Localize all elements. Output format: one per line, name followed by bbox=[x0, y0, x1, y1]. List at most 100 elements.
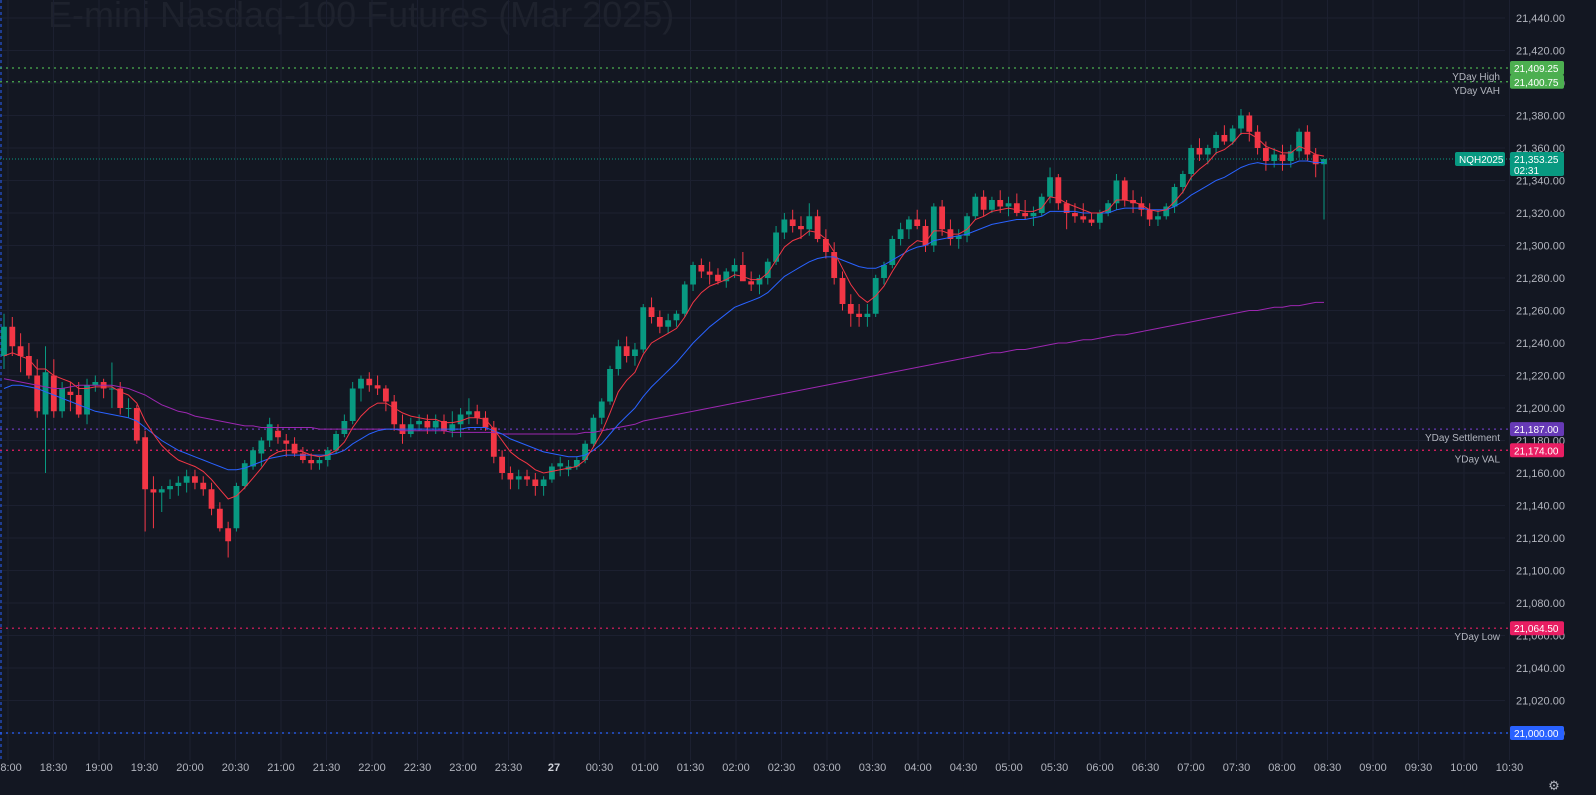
price-tick-label: 21,320.00 bbox=[1516, 208, 1565, 220]
candle-body bbox=[532, 479, 539, 486]
candle-body bbox=[573, 460, 580, 467]
candle-body bbox=[706, 271, 713, 275]
candle-body bbox=[881, 265, 887, 278]
time-tick-label: 10:30 bbox=[1496, 762, 1524, 774]
candle-body bbox=[698, 265, 705, 272]
candle-body bbox=[291, 443, 298, 454]
candle-body bbox=[590, 417, 597, 444]
candle-body bbox=[1080, 216, 1087, 220]
key-levels: YDay HighYDay VAHYDay SettlementYDay VAL… bbox=[0, 67, 1510, 734]
level-label: YDay Settlement bbox=[1425, 433, 1500, 444]
time-tick-label: 06:30 bbox=[1132, 762, 1160, 774]
candle-body bbox=[216, 508, 223, 529]
candle-body bbox=[623, 346, 630, 356]
candle-body bbox=[1096, 213, 1103, 223]
candle-body bbox=[822, 239, 829, 252]
candle-body bbox=[1121, 180, 1128, 200]
candle-body bbox=[939, 206, 946, 230]
candle-body bbox=[1, 326, 7, 356]
candle-body bbox=[1005, 203, 1012, 207]
time-tick-label: 19:30 bbox=[131, 762, 159, 774]
candle-body bbox=[84, 385, 90, 415]
candle-body bbox=[1013, 203, 1020, 213]
price-tick-label: 21,420.00 bbox=[1516, 46, 1565, 58]
candle-body bbox=[989, 200, 995, 210]
countdown-text: 02:31 bbox=[1514, 166, 1539, 177]
candle-body bbox=[358, 378, 364, 389]
candle-body bbox=[175, 482, 182, 486]
gear-icon[interactable]: ⚙ bbox=[1546, 778, 1562, 794]
candle-body bbox=[208, 489, 215, 509]
time-tick-label: 21:30 bbox=[313, 762, 341, 774]
time-tick-label: 04:00 bbox=[904, 762, 932, 774]
candle-body bbox=[540, 479, 547, 486]
candle-body bbox=[341, 421, 348, 434]
time-tick-label: 04:30 bbox=[950, 762, 978, 774]
candle-body bbox=[142, 437, 149, 490]
candle-body bbox=[789, 219, 796, 226]
candle-body bbox=[241, 463, 248, 486]
candle-body bbox=[266, 424, 273, 441]
time-tick-label: 20:00 bbox=[176, 762, 204, 774]
candle-body bbox=[17, 346, 24, 356]
candle-body bbox=[457, 414, 464, 425]
candle-body bbox=[814, 216, 821, 239]
candle-body bbox=[607, 369, 613, 402]
chart-canvas[interactable]: E-mini Nasdaq-100 Futures (Mar 2025) YDa… bbox=[0, 0, 1596, 795]
candle-body bbox=[1146, 209, 1153, 220]
candle-body bbox=[549, 466, 555, 480]
candle-body bbox=[798, 226, 804, 230]
price-tick-label: 21,280.00 bbox=[1516, 273, 1565, 285]
candle-body bbox=[1229, 128, 1236, 142]
candle-body bbox=[432, 421, 439, 428]
price-tick-label: 21,300.00 bbox=[1516, 241, 1565, 253]
candle-body bbox=[748, 281, 755, 285]
candle-body bbox=[756, 278, 763, 285]
candle-body bbox=[416, 421, 422, 425]
candle-body bbox=[806, 216, 813, 230]
candle-body bbox=[980, 196, 987, 210]
candle-body bbox=[656, 317, 663, 327]
candle-body bbox=[67, 391, 74, 395]
level-badge-text: 21,409.25 bbox=[1514, 64, 1559, 75]
candle-body bbox=[690, 265, 696, 285]
price-tick-label: 21,100.00 bbox=[1516, 566, 1565, 578]
candle-body bbox=[316, 460, 323, 464]
candle-body bbox=[739, 265, 746, 282]
level-badge-text: 21,400.75 bbox=[1514, 78, 1559, 89]
candle-body bbox=[275, 430, 281, 438]
price-tick-label: 21,120.00 bbox=[1516, 533, 1565, 545]
price-tick-label: 21,140.00 bbox=[1516, 501, 1565, 513]
price-chart[interactable]: YDay HighYDay VAHYDay SettlementYDay VAL… bbox=[0, 0, 1596, 795]
candle-body bbox=[59, 388, 66, 412]
price-tick-label: 21,240.00 bbox=[1516, 338, 1565, 350]
vwap-line bbox=[3, 301, 1324, 435]
time-tick-label: 09:00 bbox=[1359, 762, 1387, 774]
candle-body bbox=[1262, 148, 1269, 161]
candles bbox=[1, 109, 1327, 558]
time-tick-label: 05:00 bbox=[995, 762, 1023, 774]
candle-body bbox=[997, 200, 1004, 207]
candle-body bbox=[50, 375, 57, 412]
candle-body bbox=[648, 307, 655, 317]
time-axis[interactable]: 18:00 18:30 19:00 19:30 20:00 20:30 21:00 21:30… bbox=[0, 762, 1523, 774]
level-label: YDay Low bbox=[1454, 632, 1500, 643]
candle-body bbox=[1030, 213, 1037, 217]
level-badge-text: 21,000.00 bbox=[1514, 729, 1559, 740]
price-tick-label: 21,380.00 bbox=[1516, 111, 1565, 123]
candle-body bbox=[972, 196, 979, 217]
candle-body bbox=[1088, 219, 1095, 223]
candle-body bbox=[847, 304, 854, 314]
time-tick-label: 10:00 bbox=[1450, 762, 1478, 774]
candle-body bbox=[183, 476, 190, 483]
candle-body bbox=[382, 388, 389, 402]
candle-body bbox=[615, 346, 622, 369]
candle-body bbox=[34, 375, 41, 412]
ema-slow-line bbox=[3, 160, 1324, 471]
candle-body bbox=[598, 401, 605, 418]
candle-body bbox=[1271, 154, 1278, 161]
candle-body bbox=[374, 385, 381, 389]
candle-body bbox=[1246, 115, 1253, 132]
time-tick-label: 00:30 bbox=[586, 762, 614, 774]
time-tick-label: 23:00 bbox=[449, 762, 477, 774]
